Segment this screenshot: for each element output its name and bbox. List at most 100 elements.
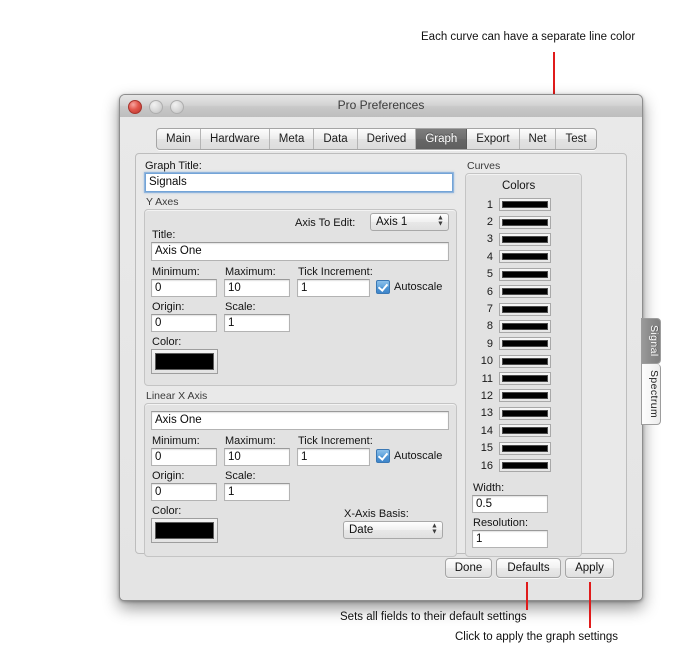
axis-to-edit-select[interactable]: Axis 1 ▲ ▼: [370, 213, 449, 231]
curve-row[interactable]: 10: [473, 353, 573, 370]
y-origin-label: Origin:: [152, 301, 185, 313]
tab-export[interactable]: Export: [467, 129, 520, 149]
graph-title-label: Graph Title:: [145, 160, 202, 172]
y-axis-title-input[interactable]: Axis One: [151, 242, 449, 261]
curve-row[interactable]: 15: [473, 439, 573, 456]
curve-row[interactable]: 9: [473, 335, 573, 352]
curve-color-swatch[interactable]: [499, 354, 551, 368]
side-tab-signal[interactable]: Signal: [641, 318, 661, 364]
curve-number: 4: [486, 250, 493, 263]
curve-row[interactable]: 1: [473, 196, 573, 213]
tab-meta[interactable]: Meta: [270, 129, 315, 149]
curve-color-swatch[interactable]: [499, 319, 551, 333]
preferences-tab-bar: Main Hardware Meta Data Derived Graph Ex…: [156, 128, 597, 150]
x-axis-title-input[interactable]: Axis One: [151, 411, 449, 430]
x-origin-label: Origin:: [152, 470, 185, 482]
x-tick-increment-input[interactable]: 1: [297, 448, 370, 466]
curve-color-swatch[interactable]: [499, 337, 551, 351]
curve-row[interactable]: 13: [473, 405, 573, 422]
annotation-curve-color: Each curve can have a separate line colo…: [421, 31, 636, 43]
graph-settings-pane: Graph Title: Signals Y Axes Axis To Edit…: [135, 153, 627, 557]
x-autoscale-label: Autoscale: [394, 450, 443, 462]
tab-derived[interactable]: Derived: [358, 129, 417, 149]
y-minimum-label: Minimum:: [152, 266, 200, 278]
curves-width-label: Width:: [473, 482, 505, 494]
curve-row[interactable]: 16: [473, 457, 573, 474]
y-scale-input[interactable]: 1: [224, 314, 290, 332]
apply-button[interactable]: Apply: [565, 558, 614, 578]
curve-number: 12: [480, 389, 493, 402]
y-tick-increment-input[interactable]: 1: [297, 279, 370, 297]
x-minimum-input[interactable]: 0: [151, 448, 217, 466]
curve-row[interactable]: 4: [473, 248, 573, 265]
x-origin-input[interactable]: 0: [151, 483, 217, 501]
y-maximum-input[interactable]: 10: [224, 279, 290, 297]
curve-row[interactable]: 8: [473, 318, 573, 335]
curve-number: 10: [480, 355, 493, 368]
curves-colors-header: Colors: [502, 180, 536, 192]
y-color-label: Color:: [152, 336, 182, 348]
curve-row[interactable]: 12: [473, 387, 573, 404]
graph-title-input[interactable]: Signals: [144, 172, 454, 193]
pro-preferences-window: Pro Preferences Main Hardware Meta Data …: [119, 94, 661, 601]
curve-number: 2: [486, 216, 493, 229]
curve-color-swatch[interactable]: [499, 441, 551, 455]
curve-color-swatch[interactable]: [499, 459, 551, 473]
defaults-button[interactable]: Defaults: [496, 558, 561, 578]
curve-row[interactable]: 5: [473, 266, 573, 283]
curve-color-swatch[interactable]: [499, 302, 551, 316]
done-button[interactable]: Done: [445, 558, 492, 578]
curve-number: 8: [486, 320, 493, 333]
curve-row[interactable]: 14: [473, 422, 573, 439]
tab-net[interactable]: Net: [520, 129, 557, 149]
tab-graph[interactable]: Graph: [416, 129, 468, 149]
curve-color-swatch[interactable]: [499, 285, 551, 299]
curve-color-swatch[interactable]: [499, 198, 551, 212]
tab-main[interactable]: Main: [157, 129, 201, 149]
window-titlebar[interactable]: Pro Preferences: [120, 95, 642, 118]
annotation-leader-line-apply: [589, 582, 591, 628]
curve-row[interactable]: 3: [473, 231, 573, 248]
x-color-swatch[interactable]: [151, 518, 218, 543]
y-autoscale-label: Autoscale: [394, 281, 443, 293]
curve-number: 3: [486, 233, 493, 246]
x-maximum-input[interactable]: 10: [224, 448, 290, 466]
y-minimum-input[interactable]: 0: [151, 279, 217, 297]
curve-row[interactable]: 6: [473, 283, 573, 300]
chevron-updown-icon: ▲ ▼: [431, 522, 438, 536]
curve-number: 7: [486, 303, 493, 316]
y-axis-title-label: Title:: [152, 229, 176, 241]
curve-color-swatch[interactable]: [499, 215, 551, 229]
x-autoscale-checkbox[interactable]: Autoscale: [376, 449, 442, 463]
side-tab-spectrum[interactable]: Spectrum: [641, 363, 661, 425]
y-color-swatch[interactable]: [151, 349, 218, 374]
y-origin-input[interactable]: 0: [151, 314, 217, 332]
x-minimum-label: Minimum:: [152, 435, 200, 447]
curve-color-swatch[interactable]: [499, 424, 551, 438]
curve-row[interactable]: 11: [473, 370, 573, 387]
curve-color-swatch[interactable]: [499, 267, 551, 281]
y-autoscale-checkbox[interactable]: Autoscale: [376, 280, 442, 294]
curves-group-label: Curves: [467, 160, 501, 172]
curve-color-swatch[interactable]: [499, 406, 551, 420]
curve-color-swatch[interactable]: [499, 250, 551, 264]
annotation-apply: Click to apply the graph settings: [455, 631, 619, 643]
curve-color-swatch[interactable]: [499, 389, 551, 403]
tab-data[interactable]: Data: [314, 129, 358, 149]
curves-resolution-input[interactable]: 1: [472, 530, 548, 548]
side-tab-bar: Signal Spectrum: [641, 318, 661, 425]
tab-test[interactable]: Test: [556, 129, 595, 149]
x-axis-basis-label: X-Axis Basis:: [344, 508, 409, 520]
curves-width-input[interactable]: 0.5: [472, 495, 548, 513]
curve-row[interactable]: 7: [473, 300, 573, 317]
curve-color-swatch[interactable]: [499, 372, 551, 386]
curve-row[interactable]: 2: [473, 213, 573, 230]
axis-to-edit-value: Axis 1: [376, 216, 408, 228]
window-body: Main Hardware Meta Data Derived Graph Ex…: [120, 117, 661, 600]
tab-hardware[interactable]: Hardware: [201, 129, 270, 149]
curve-number: 5: [486, 268, 493, 281]
x-axis-basis-select[interactable]: Date ▲ ▼: [343, 521, 443, 539]
x-tick-increment-label: Tick Increment:: [298, 435, 373, 447]
curve-color-swatch[interactable]: [499, 232, 551, 246]
x-scale-input[interactable]: 1: [224, 483, 290, 501]
